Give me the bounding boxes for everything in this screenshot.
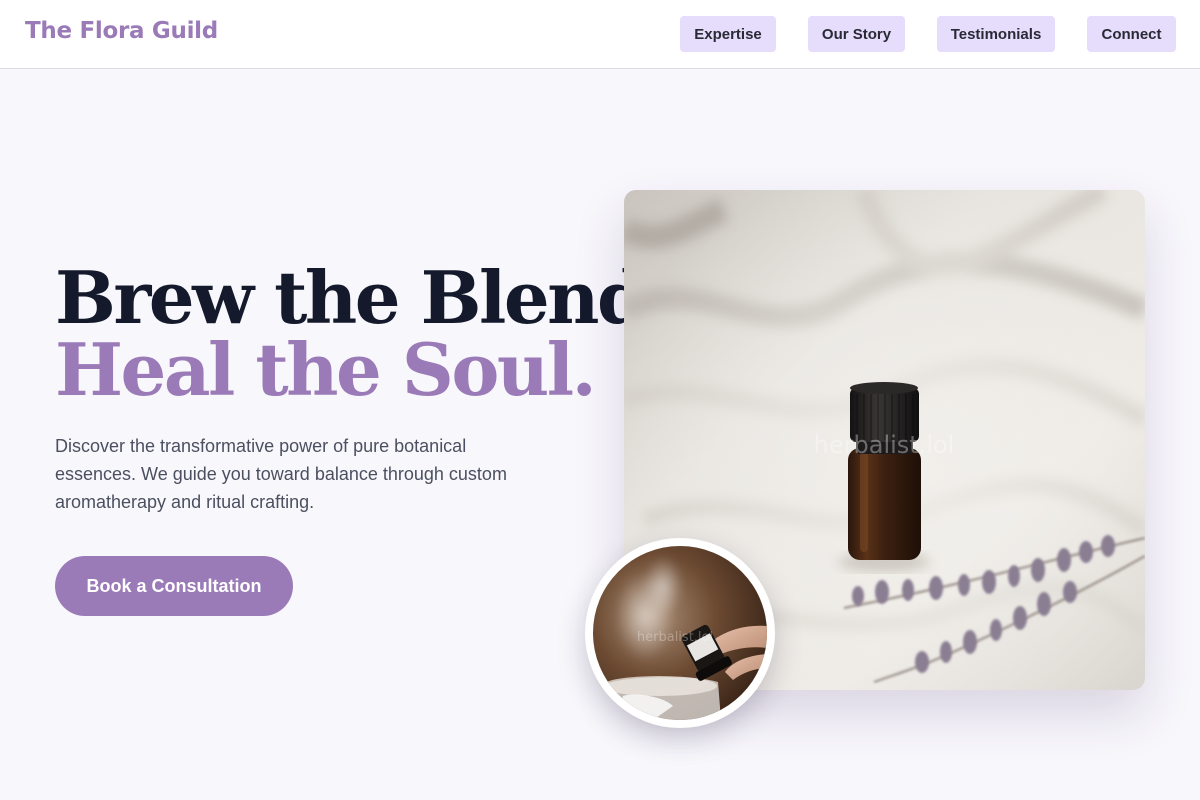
nav-connect-button[interactable]: Connect xyxy=(1087,16,1176,52)
hero-heading: Brew the Blend, Heal the Soul. xyxy=(55,255,670,412)
nav-our-story-button[interactable]: Our Story xyxy=(808,16,905,52)
round-image-watermark: herbalist.lol xyxy=(637,630,713,645)
hero-description: Discover the transformative power of pur… xyxy=(55,436,507,512)
site-logo[interactable]: The Flora Guild xyxy=(25,18,218,44)
main-image-watermark: herbalist.lol xyxy=(814,431,955,459)
hero-heading-line-2: Heal the Soul. xyxy=(55,327,597,412)
site-header: The Flora Guild Expertise Our Story Test… xyxy=(0,0,1200,69)
hero-heading-line-1: Brew the Blend, xyxy=(55,255,670,340)
nav-testimonials-button[interactable]: Testimonials xyxy=(937,16,1055,52)
book-consultation-button[interactable]: Book a Consultation xyxy=(55,556,293,616)
nav-expertise-button[interactable]: Expertise xyxy=(680,16,776,52)
aroma-diffuser-image: herbalist.lol xyxy=(585,538,775,728)
